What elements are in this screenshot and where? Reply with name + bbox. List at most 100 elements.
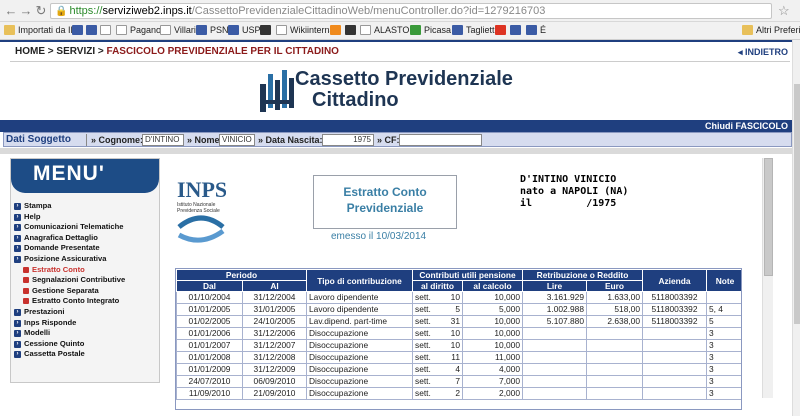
menu-item-label: Help <box>24 211 41 221</box>
cell-al: 31/12/2008 <box>242 351 307 364</box>
bookmark-pagano[interactable]: Pagano <box>116 25 161 35</box>
site-icon <box>330 25 341 35</box>
page-scrollbar[interactable] <box>792 40 800 416</box>
bookmark-icon-e[interactable] <box>330 25 344 35</box>
cell-unita: sett. <box>415 316 431 327</box>
cell-value: 10 <box>450 328 460 339</box>
menu-item[interactable]: › Help <box>11 212 159 223</box>
inps-swoosh-icon <box>177 215 225 229</box>
arrow-bullet-icon: › <box>14 234 21 242</box>
cell-tipo: Lavoro dipendente <box>306 291 413 304</box>
bookmark-altri-preferiti[interactable]: Altri Preferiti <box>742 25 800 35</box>
bookmark-villari[interactable]: Villari <box>160 25 196 35</box>
bookmark-icon-g[interactable] <box>510 25 524 35</box>
bookmark-icon-f[interactable] <box>345 25 359 35</box>
bookmark-e[interactable]: É <box>526 25 546 35</box>
indietro-link[interactable]: ◂ INDIETRO <box>738 47 788 58</box>
folder-icon <box>742 25 753 35</box>
cell-value: 5 <box>455 304 460 315</box>
inner-scrollbar[interactable] <box>762 158 773 398</box>
cell-euro <box>586 327 643 340</box>
cell-al: 31/01/2005 <box>242 303 307 316</box>
cell-note: 5, 4 <box>706 303 741 316</box>
bookmark-psn[interactable]: PSN <box>196 25 229 35</box>
menu-item[interactable]: › Prestazioni <box>11 307 159 318</box>
bookmark-icon-d[interactable] <box>260 25 274 35</box>
cell-dal: 24/07/2010 <box>176 375 243 388</box>
cell-al: 31/12/2006 <box>242 327 307 340</box>
bookmark-icon-c[interactable] <box>100 25 114 35</box>
reload-icon[interactable]: ↻ <box>32 2 50 20</box>
cell-al: 31/12/2009 <box>242 363 307 376</box>
cell-al: 06/09/2010 <box>242 375 307 388</box>
breadcrumb: HOME > SERVIZI > FASCICOLO PREVIDENZIALE… <box>15 46 339 57</box>
cell-dal: 01/10/2004 <box>176 291 243 304</box>
menu-item[interactable]: Estratto Conto Integrato <box>11 296 159 307</box>
page-title: Cassetto Previdenziale <box>295 68 513 90</box>
arrow-bullet-icon: › <box>14 255 21 263</box>
cell-note: 3 <box>706 327 741 340</box>
arrow-bullet-icon: › <box>14 319 21 327</box>
cell-dal: 01/01/2005 <box>176 303 243 316</box>
address-bar[interactable]: 🔒 https://serviziweb2.inps.it/CassettoPre… <box>50 3 772 19</box>
cell-unita: sett. <box>415 304 431 315</box>
arrow-bullet-icon: › <box>14 351 21 359</box>
arrow-bullet-icon: › <box>14 340 21 348</box>
menu-item-label: Stampa <box>24 201 52 210</box>
menu-item[interactable]: Segnalazioni Contributive <box>11 275 159 286</box>
cell-al: 31/12/2004 <box>242 291 307 304</box>
bookmark-importati[interactable]: Importati da IE <box>4 25 77 35</box>
menu-item[interactable]: › Domande Presentate <box>11 243 159 254</box>
th-al-calcolo: al calcolo <box>462 280 523 292</box>
bookmark-alastor[interactable]: ALASTOR <box>360 25 416 35</box>
menu-item[interactable]: › Cessione Quinto <box>11 339 159 350</box>
scrollbar-thumb[interactable] <box>794 84 800 324</box>
cell-al-calcolo: 4,000 <box>462 363 523 376</box>
page-icon <box>160 25 171 35</box>
bookmark-usp[interactable]: USP <box>228 25 261 35</box>
youtube-icon <box>495 25 506 35</box>
menu-item[interactable]: Gestione Separata <box>11 286 159 297</box>
menu-item[interactable]: › Inps Risponde <box>11 318 159 329</box>
cell-tipo: Disoccupazione <box>306 339 413 352</box>
th-note: Note <box>706 269 741 292</box>
arrow-bullet-icon: › <box>14 224 21 232</box>
menu-item[interactable]: › Stampa <box>11 201 159 212</box>
cassetto-logo-icon <box>260 70 294 112</box>
person-name: D'INTINO VINICIO <box>520 174 617 185</box>
page-icon <box>276 25 287 35</box>
dati-soggetto-label: Dati Soggetto <box>6 134 71 145</box>
menu-item[interactable]: Estratto Conto <box>11 265 159 276</box>
arrow-bullet-icon: › <box>14 203 21 210</box>
bookmark-picasa[interactable]: Picasa <box>410 25 451 35</box>
cell-euro: 1.633,00 <box>586 291 643 304</box>
arrow-bullet-icon: › <box>14 213 21 221</box>
scrollbar-thumb[interactable] <box>764 158 773 276</box>
th-al: Al <box>242 280 307 292</box>
bookmark-icon-a[interactable] <box>72 25 86 35</box>
menu-item[interactable]: › Comunicazioni Telematiche <box>11 222 159 233</box>
menu-item[interactable]: › Cassetta Postale <box>11 349 159 360</box>
menu-item-label: Modelli <box>24 328 51 338</box>
back-arrow-icon: ◂ <box>738 47 746 57</box>
cf-field <box>399 134 482 146</box>
menu-item[interactable]: › Anagrafica Dettaglio <box>11 233 159 244</box>
bookmark-star-icon[interactable]: ☆ <box>778 3 790 19</box>
cell-dal: 11/09/2010 <box>176 387 243 400</box>
page-subtitle: Cittadino <box>312 89 399 111</box>
bookmark-icon-b[interactable] <box>86 25 100 35</box>
cell-azienda <box>642 327 707 340</box>
cell-unita: sett. <box>415 328 431 339</box>
th-periodo: Periodo <box>176 269 307 281</box>
cf-label: » CF: <box>377 135 400 145</box>
bookmark-wikiinterna[interactable]: Wikiinterna <box>276 25 335 35</box>
bookmark-taglietti[interactable]: Taglietti <box>452 25 497 35</box>
cell-lire: 3.161.929 <box>522 291 587 304</box>
menu-item-label: Segnalazioni Contributive <box>32 275 126 285</box>
cell-euro: 518,00 <box>586 303 643 316</box>
chiudi-fascicolo-link[interactable]: Chiudi FASCICOLO <box>705 120 788 132</box>
cell-dal: 01/01/2009 <box>176 363 243 376</box>
bookmark-youtube[interactable] <box>495 25 509 35</box>
menu-item[interactable]: › Modelli <box>11 328 159 339</box>
menu-item[interactable]: › Posizione Assicurativa <box>11 254 159 265</box>
